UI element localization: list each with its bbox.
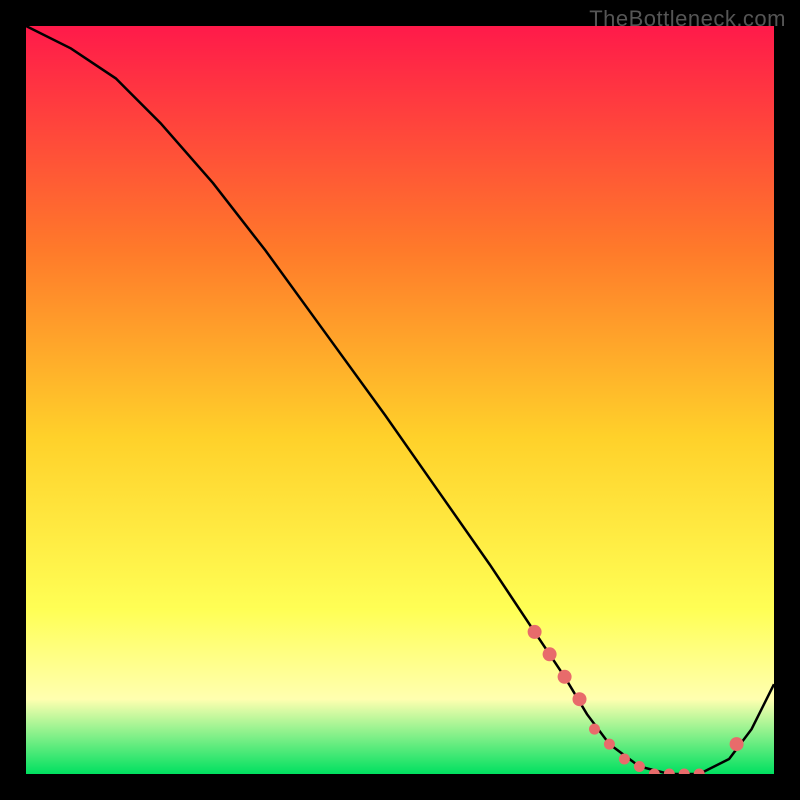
data-marker bbox=[558, 670, 572, 684]
data-marker bbox=[528, 625, 542, 639]
data-marker bbox=[604, 739, 615, 750]
data-marker bbox=[573, 692, 587, 706]
data-marker bbox=[619, 754, 630, 765]
chart-container: TheBottleneck.com bbox=[0, 0, 800, 800]
data-marker bbox=[634, 761, 645, 772]
chart-svg bbox=[26, 26, 774, 774]
data-marker bbox=[730, 737, 744, 751]
plot-area bbox=[26, 26, 774, 774]
data-marker bbox=[589, 724, 600, 735]
data-marker bbox=[543, 647, 557, 661]
gradient-background bbox=[26, 26, 774, 774]
